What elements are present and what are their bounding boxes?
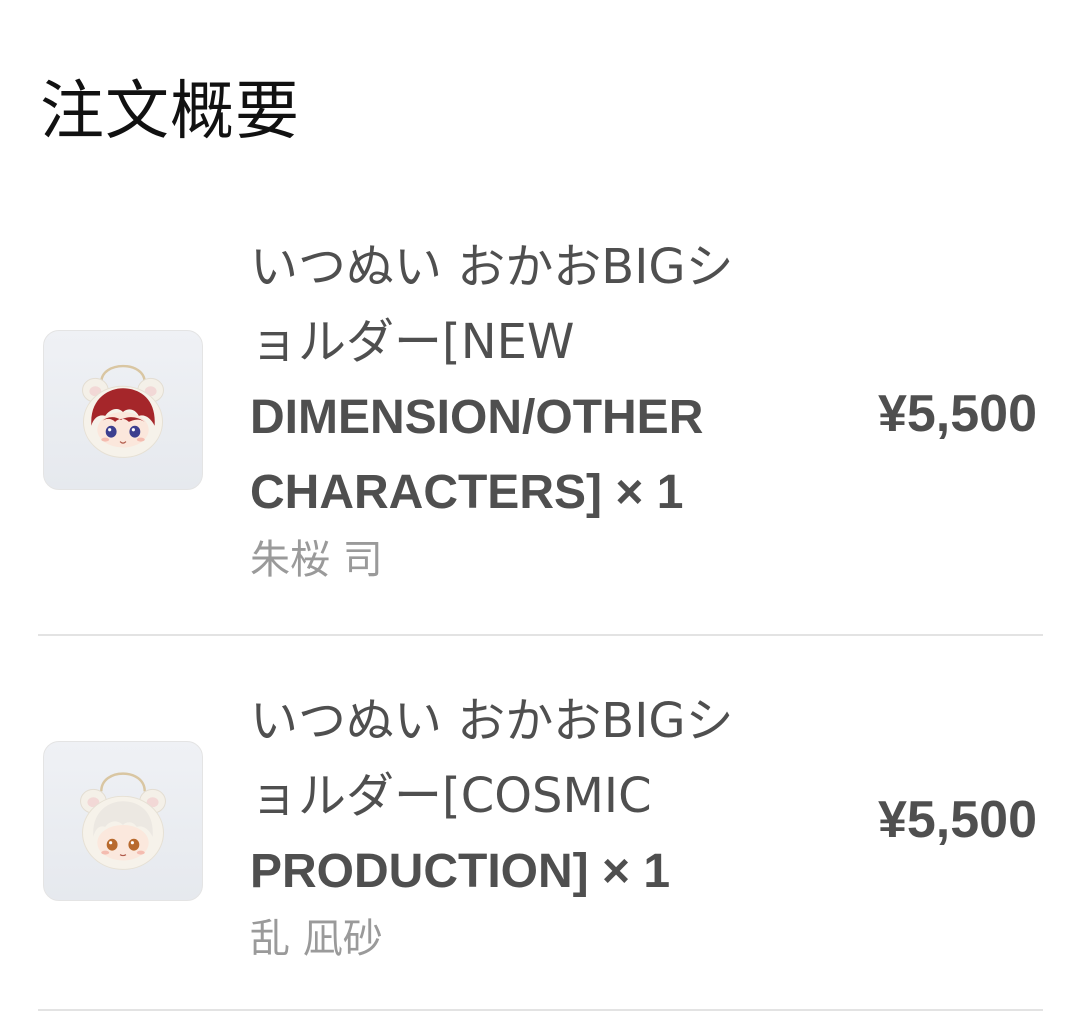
item-price: ¥5,500: [877, 791, 1037, 849]
item-name[interactable]: いつぬい おかおBIGシ ョルダー[NEW DIMENSION/OTHER CH…: [250, 230, 810, 530]
item-price: ¥5,500: [877, 385, 1037, 443]
item-name-line: CHARACTERS] × 1: [250, 466, 684, 519]
plush-shoulder-bag-red-hair-icon: [82, 364, 164, 458]
item-name-line: いつぬい おかおBIGシ: [250, 239, 734, 295]
item-variant: 乱 凪砂: [250, 916, 383, 962]
item-info: いつぬい おかおBIGシ ョルダー[COSMIC PRODUCTION] × 1…: [250, 684, 810, 971]
order-item[interactable]: いつぬい おかおBIGシ ョルダー[COSMIC PRODUCTION] × 1…: [38, 636, 1043, 1011]
item-name-line: PRODUCTION] × 1: [250, 845, 671, 898]
plush-shoulder-bag-white-hair-icon: [80, 772, 166, 870]
item-name-line: いつぬい おかおBIGシ: [250, 693, 734, 749]
item-name-line: ョルダー[COSMIC: [250, 768, 652, 824]
product-thumbnail[interactable]: [43, 741, 203, 901]
product-thumbnail[interactable]: [43, 330, 203, 490]
item-name[interactable]: いつぬい おかおBIGシ ョルダー[COSMIC PRODUCTION] × 1: [250, 684, 810, 909]
item-name-line: DIMENSION/OTHER: [250, 391, 704, 444]
item-variant: 朱桜 司: [250, 537, 383, 583]
order-summary-list: いつぬい おかおBIGシ ョルダー[NEW DIMENSION/OTHER CH…: [38, 200, 1043, 1011]
item-name-line: ョルダー[NEW: [250, 314, 575, 370]
item-info: いつぬい おかおBIGシ ョルダー[NEW DIMENSION/OTHER CH…: [250, 230, 810, 592]
page-title: 注文概要: [40, 75, 300, 149]
order-item[interactable]: いつぬい おかおBIGシ ョルダー[NEW DIMENSION/OTHER CH…: [38, 200, 1043, 636]
